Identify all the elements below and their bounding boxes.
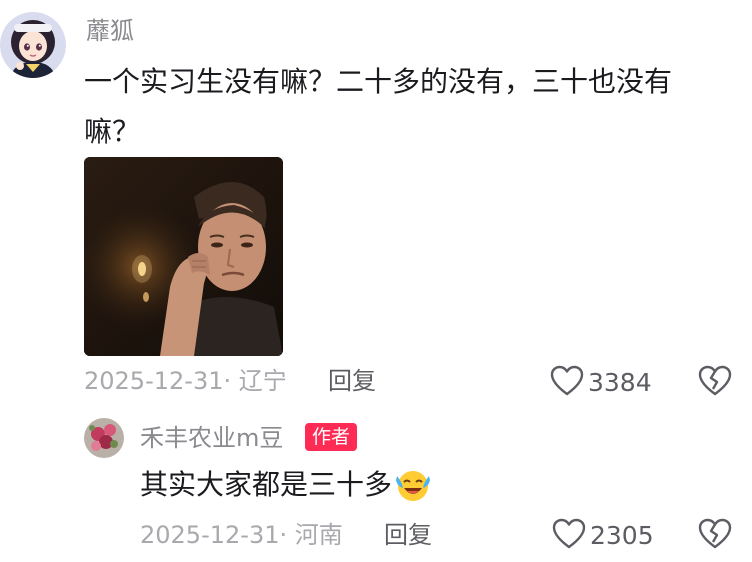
comment-text: 一个实习生没有嘛？二十多的没有，三十也没有嘛？ <box>84 65 673 148</box>
reply-location: · 河南 <box>279 521 343 549</box>
reply-username[interactable]: 禾丰农业m豆 <box>140 422 283 454</box>
broken-heart-icon <box>698 518 732 554</box>
reply-text-content: 其实大家都是三十多 <box>140 468 393 501</box>
flower-avatar-image <box>84 418 124 458</box>
reply-like-count: 2305 <box>590 521 654 550</box>
reply-reply-button[interactable]: 回复 <box>384 520 432 550</box>
crying-laughing-emoji-icon <box>394 466 432 504</box>
comment-username[interactable]: 蘼狐 <box>86 14 134 48</box>
author-badge: 作者 <box>305 423 358 451</box>
reply-user-avatar[interactable] <box>84 418 124 458</box>
reply-button[interactable]: 回复 <box>328 366 376 396</box>
reply-date-text: 2025-12-31 <box>140 521 280 549</box>
reply-text: 其实大家都是三十多 <box>140 465 432 505</box>
heart-outline-icon <box>550 365 584 401</box>
dislike-button[interactable] <box>698 365 732 401</box>
comment-location: · 辽宁 <box>223 367 287 395</box>
like-count: 3384 <box>588 368 652 397</box>
heart-outline-icon <box>552 518 586 554</box>
like-button[interactable]: 3384 <box>550 365 652 401</box>
reply-date: 2025-12-31· 河南 <box>140 520 343 550</box>
anime-girl-avatar-image <box>0 12 66 78</box>
comment-date-text: 2025-12-31 <box>84 367 224 395</box>
man-thinking-photo <box>84 157 283 356</box>
reply-dislike-button[interactable] <box>698 518 732 554</box>
broken-heart-icon <box>698 365 732 401</box>
user-avatar[interactable] <box>0 12 66 78</box>
reply-like-button[interactable]: 2305 <box>552 518 654 554</box>
comment-image[interactable] <box>84 157 283 356</box>
comment-date: 2025-12-31· 辽宁 <box>84 366 287 396</box>
